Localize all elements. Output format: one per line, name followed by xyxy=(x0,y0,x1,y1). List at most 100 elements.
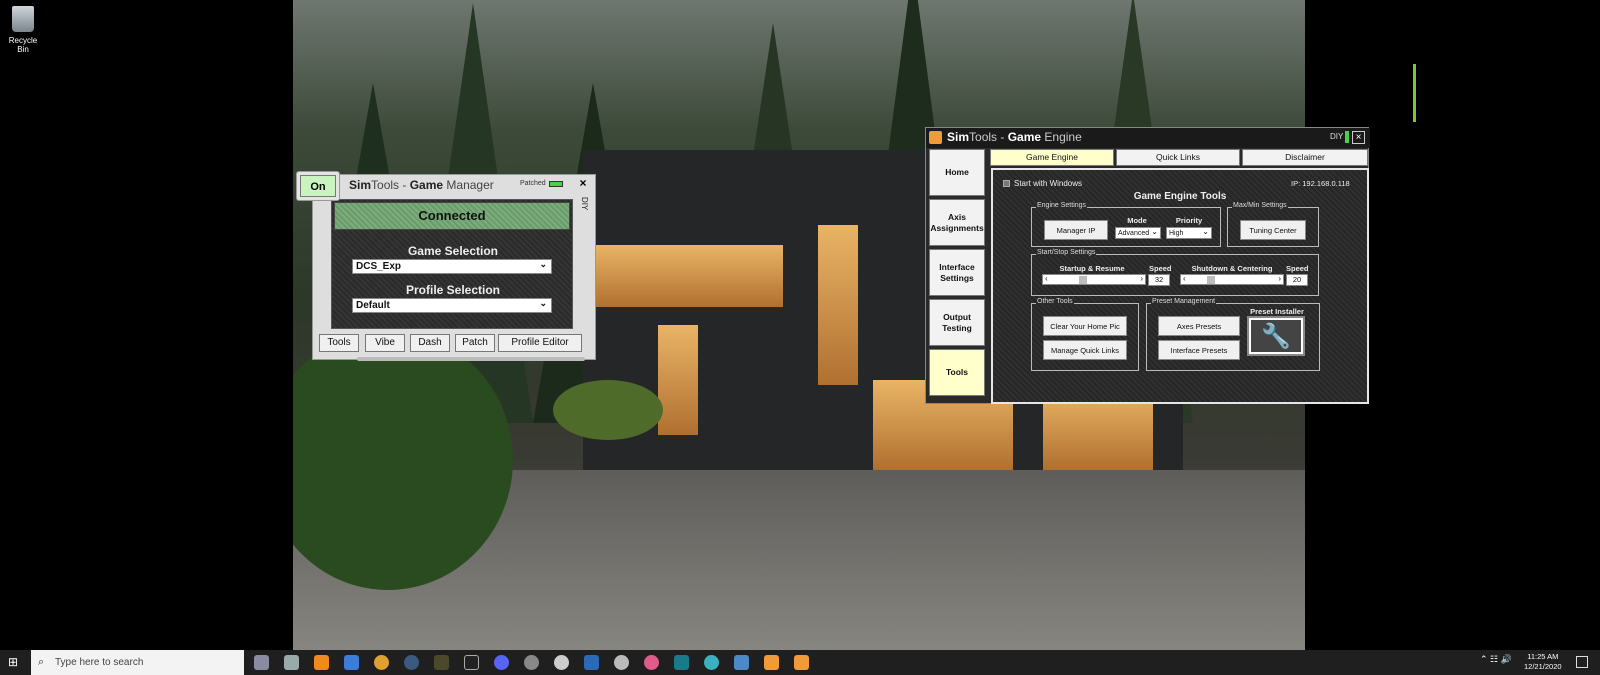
patched-indicator-icon xyxy=(548,180,563,187)
chrome-icon[interactable] xyxy=(374,655,389,670)
game-icon[interactable] xyxy=(434,655,449,670)
shutdown-speed-slider[interactable]: ‹ › xyxy=(1180,274,1284,285)
shutdown-centering-label: Shutdown & Centering xyxy=(1191,264,1273,273)
nav-output-testing[interactable]: Output Testing xyxy=(929,299,985,346)
nav-axis-assignments[interactable]: Axis Assignments xyxy=(929,199,985,246)
mail-icon[interactable] xyxy=(344,655,359,670)
simtools-logo-icon xyxy=(929,131,942,144)
maxmin-settings-group: Max/Min Settings Tuning Center xyxy=(1227,202,1319,247)
engine-settings-group: Engine Settings Manager IP Mode Advanced… xyxy=(1031,202,1221,247)
mode-label: Mode xyxy=(1127,216,1147,225)
search-placeholder: Type here to search xyxy=(55,657,144,668)
tab-quick-links[interactable]: Quick Links xyxy=(1116,149,1240,166)
notification-icon[interactable] xyxy=(1576,656,1588,668)
vr-icon[interactable] xyxy=(614,655,629,670)
on-toggle-button[interactable]: On xyxy=(296,171,340,201)
vlc-icon[interactable] xyxy=(314,655,329,670)
system-tray[interactable]: ⌃ ☷ 🔊 xyxy=(1480,654,1512,665)
start-with-windows-checkbox[interactable] xyxy=(1003,180,1010,187)
startup-resume-label: Startup & Resume xyxy=(1059,264,1125,273)
game-manager-title: SimTools - Game Manager xyxy=(349,178,494,192)
preset-installer-label: Preset Installer xyxy=(1250,307,1304,316)
clock[interactable]: 11:25 AM 12/21/2020 xyxy=(1524,652,1562,672)
axes-presets-button[interactable]: Axes Presets xyxy=(1158,316,1240,336)
dcs-icon[interactable] xyxy=(584,655,599,670)
game-manager-body: SimTools - Game Manager Patched × DIY Co… xyxy=(312,174,596,361)
time: 11:25 AM xyxy=(1527,652,1559,661)
mode-dropdown[interactable]: Advanced xyxy=(1115,226,1161,239)
recycle-bin-shortcut[interactable]: Recycle Bin xyxy=(4,6,42,54)
simtools-icon[interactable] xyxy=(764,655,779,670)
game-selection-dropdown[interactable]: DCS_Exp xyxy=(352,258,552,274)
recycle-bin-label: Recycle Bin xyxy=(8,36,38,54)
scrollbar[interactable] xyxy=(357,357,585,361)
vibe-button[interactable]: Vibe xyxy=(365,334,405,352)
priority-label: Priority xyxy=(1175,216,1203,225)
simtools-icon[interactable] xyxy=(794,655,809,670)
speed-label: Speed xyxy=(1286,264,1309,273)
profile-selection-dropdown[interactable]: Default xyxy=(352,297,552,313)
game-manager-window: SimTools - Game Manager Patched × DIY Co… xyxy=(296,168,596,362)
connection-status: Connected xyxy=(334,202,570,230)
headset-icon[interactable] xyxy=(554,655,569,670)
dash-button[interactable]: Dash xyxy=(410,334,450,352)
app-icon[interactable] xyxy=(734,655,749,670)
slider-thumb xyxy=(1079,276,1087,284)
priority-dropdown[interactable]: High xyxy=(1166,226,1212,239)
audio-icon[interactable] xyxy=(644,655,659,670)
ip-address: IP: 192.168.0.118 xyxy=(1291,179,1350,188)
game-engine-tools-panel: Start with Windows IP: 192.168.0.118 Gam… xyxy=(991,168,1369,404)
diy-label[interactable]: DIY xyxy=(1330,132,1343,141)
close-icon[interactable]: × xyxy=(1352,131,1365,144)
green-indicator-bar xyxy=(1413,64,1416,122)
game-engine-titlebar: SimTools - Game Engine DIY × xyxy=(926,128,1370,148)
tools-button[interactable]: Tools xyxy=(319,334,359,352)
search-box[interactable]: ⌕ Type here to search xyxy=(31,650,244,675)
game-engine-window: SimTools - Game Engine DIY × Home Axis A… xyxy=(925,127,1370,404)
preset-installer-button[interactable]: 🔧 xyxy=(1247,316,1305,356)
windows-start-icon[interactable]: ⊞ xyxy=(8,656,21,669)
taskbar: ⊞ ⌕ Type here to search ⌃ ☷ 🔊 11:25 AM 1… xyxy=(0,650,1600,675)
chevron-right-icon: › xyxy=(1140,274,1143,283)
nav-tools[interactable]: Tools xyxy=(929,349,985,396)
slider-thumb xyxy=(1207,276,1215,284)
chevron-right-icon: › xyxy=(1278,274,1281,283)
startup-speed-value[interactable]: 32 xyxy=(1148,274,1170,286)
diy-label[interactable]: DIY xyxy=(580,197,589,210)
manager-ip-button[interactable]: Manager IP xyxy=(1044,220,1108,240)
shutdown-speed-value[interactable]: 20 xyxy=(1286,274,1308,286)
settings-icon[interactable] xyxy=(524,655,539,670)
startup-speed-slider[interactable]: ‹ › xyxy=(1042,274,1146,285)
start-with-windows-label: Start with Windows xyxy=(1014,179,1083,188)
patch-button[interactable]: Patch xyxy=(455,334,495,352)
clear-home-pic-button[interactable]: Clear Your Home Pic xyxy=(1043,316,1127,336)
chevron-left-icon: ‹ xyxy=(1045,274,1048,283)
app-icon[interactable] xyxy=(284,655,299,670)
tab-game-engine[interactable]: Game Engine xyxy=(990,149,1114,166)
tuning-center-button[interactable]: Tuning Center xyxy=(1240,220,1306,240)
nav-interface-settings[interactable]: Interface Settings xyxy=(929,249,985,296)
close-icon[interactable]: × xyxy=(576,177,590,191)
game-engine-title: SimTools - Game Engine xyxy=(947,130,1082,144)
patched-status: Patched xyxy=(520,180,563,187)
startstop-settings-group: Start/Stop Settings Startup & Resume ‹ › … xyxy=(1031,249,1319,296)
status-indicator-icon xyxy=(1345,131,1349,143)
search-icon: ⌕ xyxy=(38,656,45,668)
speed-label: Speed xyxy=(1149,264,1172,273)
profile-selection-label: Profile Selection xyxy=(405,283,501,297)
game-selection-label: Game Selection xyxy=(407,244,499,258)
nav-home[interactable]: Home xyxy=(929,149,985,196)
profile-editor-button[interactable]: Profile Editor xyxy=(498,334,582,352)
epic-games-icon[interactable] xyxy=(464,655,479,670)
manage-quick-links-button[interactable]: Manage Quick Links xyxy=(1043,340,1127,360)
steam-icon[interactable] xyxy=(404,655,419,670)
interface-presets-button[interactable]: Interface Presets xyxy=(1158,340,1240,360)
app-icon[interactable] xyxy=(674,655,689,670)
discord-icon[interactable] xyxy=(494,655,509,670)
tab-disclaimer[interactable]: Disclaimer xyxy=(1242,149,1368,166)
game-manager-panel: Connected Game Selection DCS_Exp Profile… xyxy=(331,199,573,329)
other-tools-group: Other Tools Clear Your Home Pic Manage Q… xyxy=(1031,298,1139,371)
calculator-icon[interactable] xyxy=(254,655,269,670)
app-icon[interactable] xyxy=(704,655,719,670)
date: 12/21/2020 xyxy=(1524,662,1562,671)
